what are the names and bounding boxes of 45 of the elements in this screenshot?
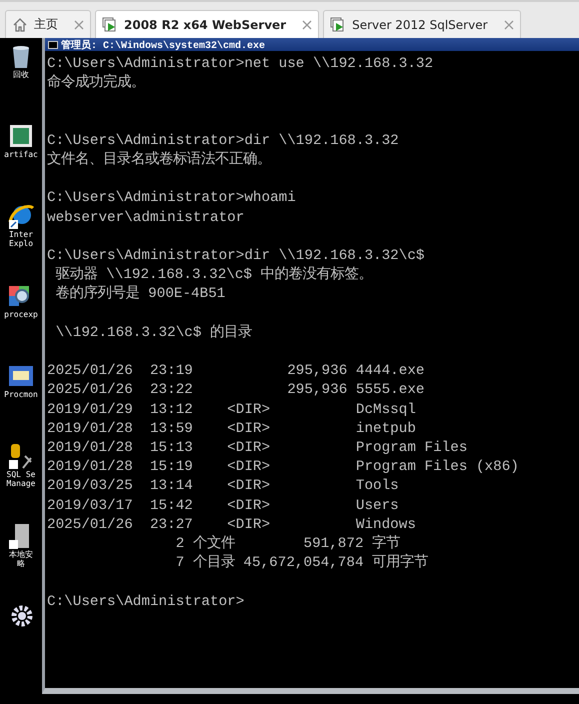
tab[interactable]: 2008 R2 x64 WebServer (95, 10, 320, 38)
tab[interactable]: Server 2012 SqlServer (323, 10, 521, 38)
console-line: 2019/01/28 15:19 <DIR> Program Files (x86) (47, 458, 520, 478)
console-line: 驱动器 \\192.168.3.32\c$ 中的卷没有标签。 (54, 266, 374, 285)
console-line: C:\Users\Administrator>dir \\192.168.3.32 (47, 132, 400, 151)
desktop-icon-label: artifac (4, 150, 38, 159)
close-icon[interactable] (302, 20, 312, 30)
play-screen-icon (102, 16, 118, 32)
console-line: 2019/03/17 15:42 <DIR> Users (47, 496, 400, 516)
console-line: C:\Users\Administrator>net use \\192.168.3.32 (47, 55, 434, 74)
desktop-icon-label: Procmon (4, 390, 38, 399)
console-line: 2025/01/26 23:27 <DIR> Windows (47, 516, 417, 534)
console-line: 卷的序列号是 900E-4B51 (54, 285, 226, 304)
desktop-icon-label: 略 (17, 559, 25, 568)
desktop-icon-label: Inter (8, 230, 34, 239)
console-line: 2025/01/26 23:22 295,936 5555.exe (47, 381, 426, 400)
desktop-icon-label: procexp (4, 310, 38, 319)
console-line: 2019/01/29 13:12 <DIR> DcMssql (47, 400, 417, 420)
tab[interactable]: 主页 (5, 10, 91, 38)
close-icon[interactable] (504, 20, 514, 30)
browser-icon (7, 202, 35, 230)
document-icon (7, 122, 35, 150)
desktop-icon-label: Manage (6, 479, 36, 488)
window-title: 管理员: C:\Windows\system32\cmd.exe (61, 38, 266, 52)
console-line: 文件名、目录名或卷标语法不正确。 (47, 150, 272, 170)
console-line: 命令成功完成。 (47, 74, 146, 94)
console-line: C:\Users\Administrator>whoami (47, 189, 297, 208)
console-line: 2019/03/25 13:14 <DIR> Tools (47, 477, 400, 496)
play-screen-icon (330, 16, 346, 32)
desktop-icon-label: 本地安 (9, 550, 33, 559)
console-line: \\192.168.3.32\c$ 的目录 (54, 324, 254, 343)
console-line: C:\Users\Administrator> (47, 592, 246, 612)
console-line: 2 个文件 591,872 字节 (174, 534, 400, 554)
console-line: 7 个目录 45,672,054,784 可用字节 (174, 554, 430, 574)
console-line: 2025/01/26 23:19 295,936 4444.exe (47, 362, 426, 382)
console-line: 2019/01/28 13:59 <DIR> inetpub (47, 420, 417, 439)
home-icon (12, 16, 28, 32)
desktop-icon-label: Explo (8, 239, 34, 248)
console-icon (48, 40, 58, 48)
console-line: 2019/01/28 15:13 <DIR> Program Files (47, 438, 468, 458)
desktop-icon-label: 回收 (13, 70, 29, 79)
console-line: webserver\administrator (47, 208, 246, 228)
close-icon[interactable] (74, 20, 84, 30)
console-line: C:\Users\Administrator>dir \\192.168.3.32\c$ (47, 246, 426, 266)
desktop-icon-label: SQL Se (6, 470, 36, 479)
